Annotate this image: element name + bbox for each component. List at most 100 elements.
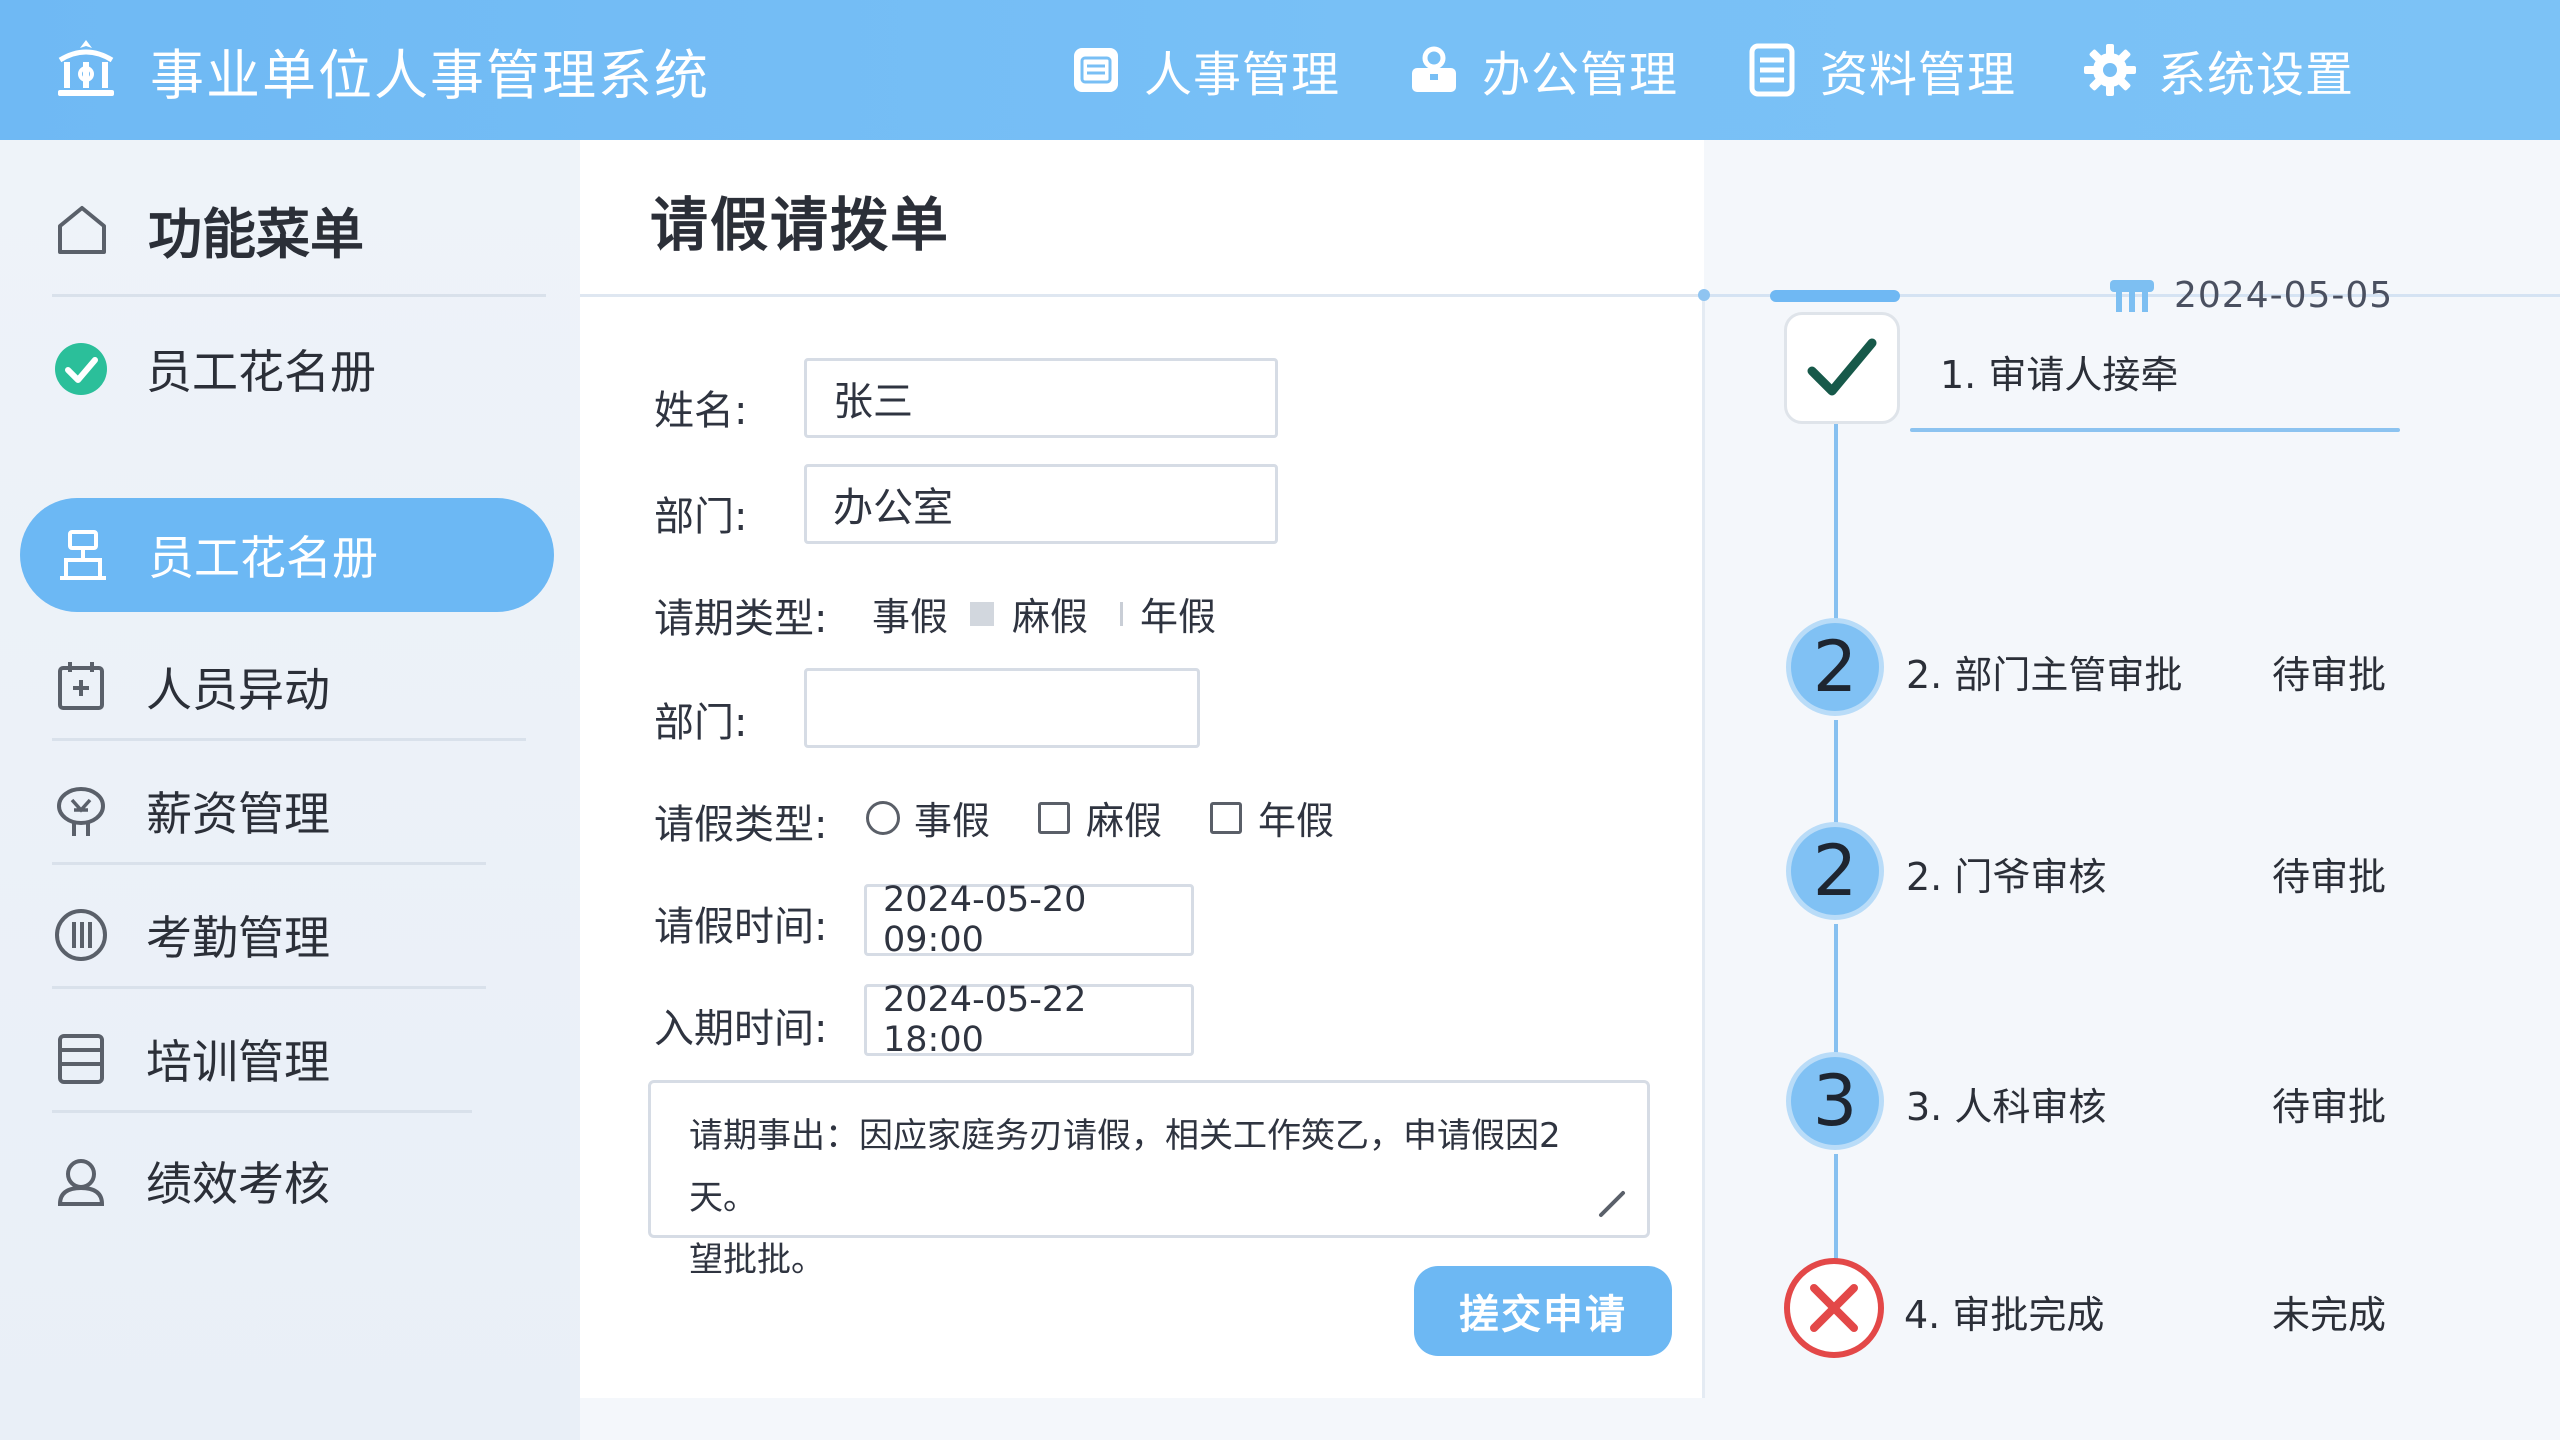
- sidebar-item-label: 员工花名册: [148, 531, 378, 585]
- flow-date: 2024-05-05: [2108, 274, 2393, 316]
- gear-icon: [2084, 44, 2137, 96]
- step-2-label: 2. 部门主管审批: [1906, 653, 2183, 697]
- dept-input[interactable]: 办公室: [804, 464, 1278, 544]
- option-label: 年假: [1140, 595, 1217, 639]
- topnav-office-label: 办公管理: [1482, 47, 1679, 103]
- option-label: 年假: [1258, 799, 1335, 843]
- flow-dot: [1698, 289, 1710, 301]
- sidebar-item-label: 考勤管理: [146, 911, 330, 965]
- topnav-personnel[interactable]: 人事管理: [1068, 35, 1340, 105]
- reason-line-1: 请期事出：因应家庭务刃请假，相关工作筴乙，申请假因2天。: [689, 1116, 1561, 1218]
- topnav-documents[interactable]: 资料管理: [1744, 35, 2016, 105]
- document-icon: [1749, 43, 1795, 97]
- dept2-input[interactable]: [804, 668, 1200, 748]
- top-nav: 人事管理 办公管理 资料管理 系统设置: [1068, 0, 2420, 140]
- period-option-annual[interactable]: 年假: [1120, 586, 1216, 641]
- end-time-value: 2024-05-22 18:00: [883, 980, 1087, 1060]
- sidebar-item-label: 人员异动: [146, 663, 330, 717]
- checkbox-indicator: [1038, 801, 1070, 834]
- book-icon: [58, 1034, 104, 1084]
- name-input[interactable]: 张三: [804, 358, 1278, 438]
- reason-textarea[interactable]: 请期事出：因应家庭务刃请假，相关工作筴乙，申请假因2天。 望批批。: [648, 1080, 1650, 1280]
- step-4-status: 待审批: [2272, 1085, 2387, 1129]
- option-label: 事假: [872, 595, 949, 639]
- start-time-input[interactable]: 2024-05-20 09:00: [864, 880, 1194, 960]
- dept2-label: 部门:: [654, 700, 748, 746]
- submit-button[interactable]: 搓交申请: [1414, 1266, 1672, 1356]
- start-time-value: 2024-05-20 09:00: [883, 880, 1087, 960]
- start-time-label: 请假时间:: [654, 904, 828, 950]
- sidebar-item-attendance[interactable]: 考勤管理: [52, 902, 330, 968]
- sidebar-divider: [52, 1110, 472, 1113]
- sidebar-item-label: 员工花名册: [146, 345, 376, 399]
- org-chart-icon: [60, 530, 106, 580]
- sidebar-divider: [52, 862, 486, 865]
- leave-form-panel: 请假请拨单 姓名: 张三 部门: 办公室 请期类型: 事假 麻假 年假 部门: …: [580, 140, 1705, 1398]
- step-3-status: 待审批: [2272, 855, 2387, 899]
- calendar-icon: [58, 662, 104, 710]
- radio-indicator: [866, 800, 900, 835]
- sidebar-item-personnel-change[interactable]: 人员异动: [52, 654, 330, 720]
- leave-option-personal[interactable]: 事假: [866, 790, 990, 845]
- sidebar-divider: [52, 986, 486, 989]
- flow-connector: [1834, 924, 1838, 1054]
- leave-option-sick[interactable]: 麻假: [1038, 790, 1162, 845]
- home-icon: [58, 205, 106, 254]
- sidebar-item-label: 培训管理: [146, 1035, 330, 1089]
- sidebar-item-salary[interactable]: 薪资管理: [52, 778, 330, 844]
- money-icon: [57, 787, 105, 836]
- sidebar-item-performance[interactable]: 绩效考核: [52, 1148, 330, 1214]
- bottom-margin: [580, 1398, 1704, 1440]
- flow-connector: [1834, 424, 1838, 620]
- flow-tab-indicator: [1770, 290, 1900, 302]
- flow-date-value: 2024-05-05: [2174, 274, 2394, 316]
- period-type-label: 请期类型:: [654, 596, 828, 642]
- period-option-personal[interactable]: 事假: [872, 586, 948, 641]
- name-label: 姓名:: [654, 388, 748, 434]
- sidebar-item-roster-active[interactable]: 员工花名册: [20, 498, 554, 612]
- sidebar-divider: [52, 294, 546, 297]
- topnav-documents-label: 资料管理: [1820, 47, 2017, 103]
- title-divider: [580, 294, 1704, 297]
- sidebar-divider: [52, 738, 526, 741]
- topnav-office[interactable]: 办公管理: [1406, 35, 1678, 105]
- topnav-settings[interactable]: 系统设置: [2082, 35, 2354, 105]
- checkbox-indicator: [1120, 601, 1126, 626]
- topnav-personnel-label: 人事管理: [1144, 47, 1341, 103]
- end-time-label: 入期时间:: [654, 1006, 828, 1052]
- step-1-underline: [1910, 428, 2400, 432]
- pencil-icon[interactable]: [1595, 1187, 1629, 1221]
- briefcase-icon: [1412, 46, 1457, 92]
- brand: 事业单位人事管理系统: [50, 31, 710, 110]
- check-circle-icon: [55, 343, 107, 395]
- option-label: 事假: [914, 799, 991, 843]
- step-4-label: 3. 人科审核: [1906, 1085, 2107, 1129]
- dept-value: 办公室: [833, 485, 953, 531]
- user-icon: [57, 1159, 105, 1206]
- step-2-status: 待审批: [2272, 653, 2387, 697]
- sidebar-item-roster[interactable]: 员工花名册: [52, 336, 376, 402]
- page-title: 请假请拨单: [650, 191, 951, 259]
- sidebar: 功能菜单 员工花名册 员工花名册 人员异动 薪资管理 考勤管理 培训管理 绩效考…: [0, 140, 580, 1440]
- step-3-label: 2. 门爷审核: [1906, 855, 2107, 899]
- leave-option-annual[interactable]: 年假: [1210, 790, 1334, 845]
- flow-connector: [1834, 1154, 1838, 1260]
- step-5-badge: [1784, 1258, 1884, 1358]
- step-5-status: 未完成: [2272, 1293, 2387, 1337]
- step-4-badge: 3: [1786, 1052, 1884, 1150]
- period-option-sick[interactable]: 麻假: [970, 586, 1088, 641]
- step-2-badge: 2: [1786, 618, 1884, 716]
- sidebar-item-label: 绩效考核: [146, 1157, 330, 1211]
- step-3-badge: 2: [1786, 822, 1884, 920]
- sidebar-item-training[interactable]: 培训管理: [52, 1026, 330, 1092]
- option-label: 麻假: [1012, 595, 1089, 639]
- sidebar-header-label: 功能菜单: [148, 203, 364, 266]
- sidebar-header: 功能菜单: [52, 190, 364, 269]
- name-value: 张三: [833, 379, 913, 425]
- dept-label: 部门:: [654, 494, 748, 540]
- end-time-input[interactable]: 2024-05-22 18:00: [864, 980, 1194, 1060]
- step-1-label: 1. 审请人接牵: [1940, 353, 2179, 397]
- leave-type-label: 请假类型:: [654, 802, 828, 848]
- step-1-badge: [1784, 312, 1900, 424]
- checkmark-icon: [1807, 338, 1877, 396]
